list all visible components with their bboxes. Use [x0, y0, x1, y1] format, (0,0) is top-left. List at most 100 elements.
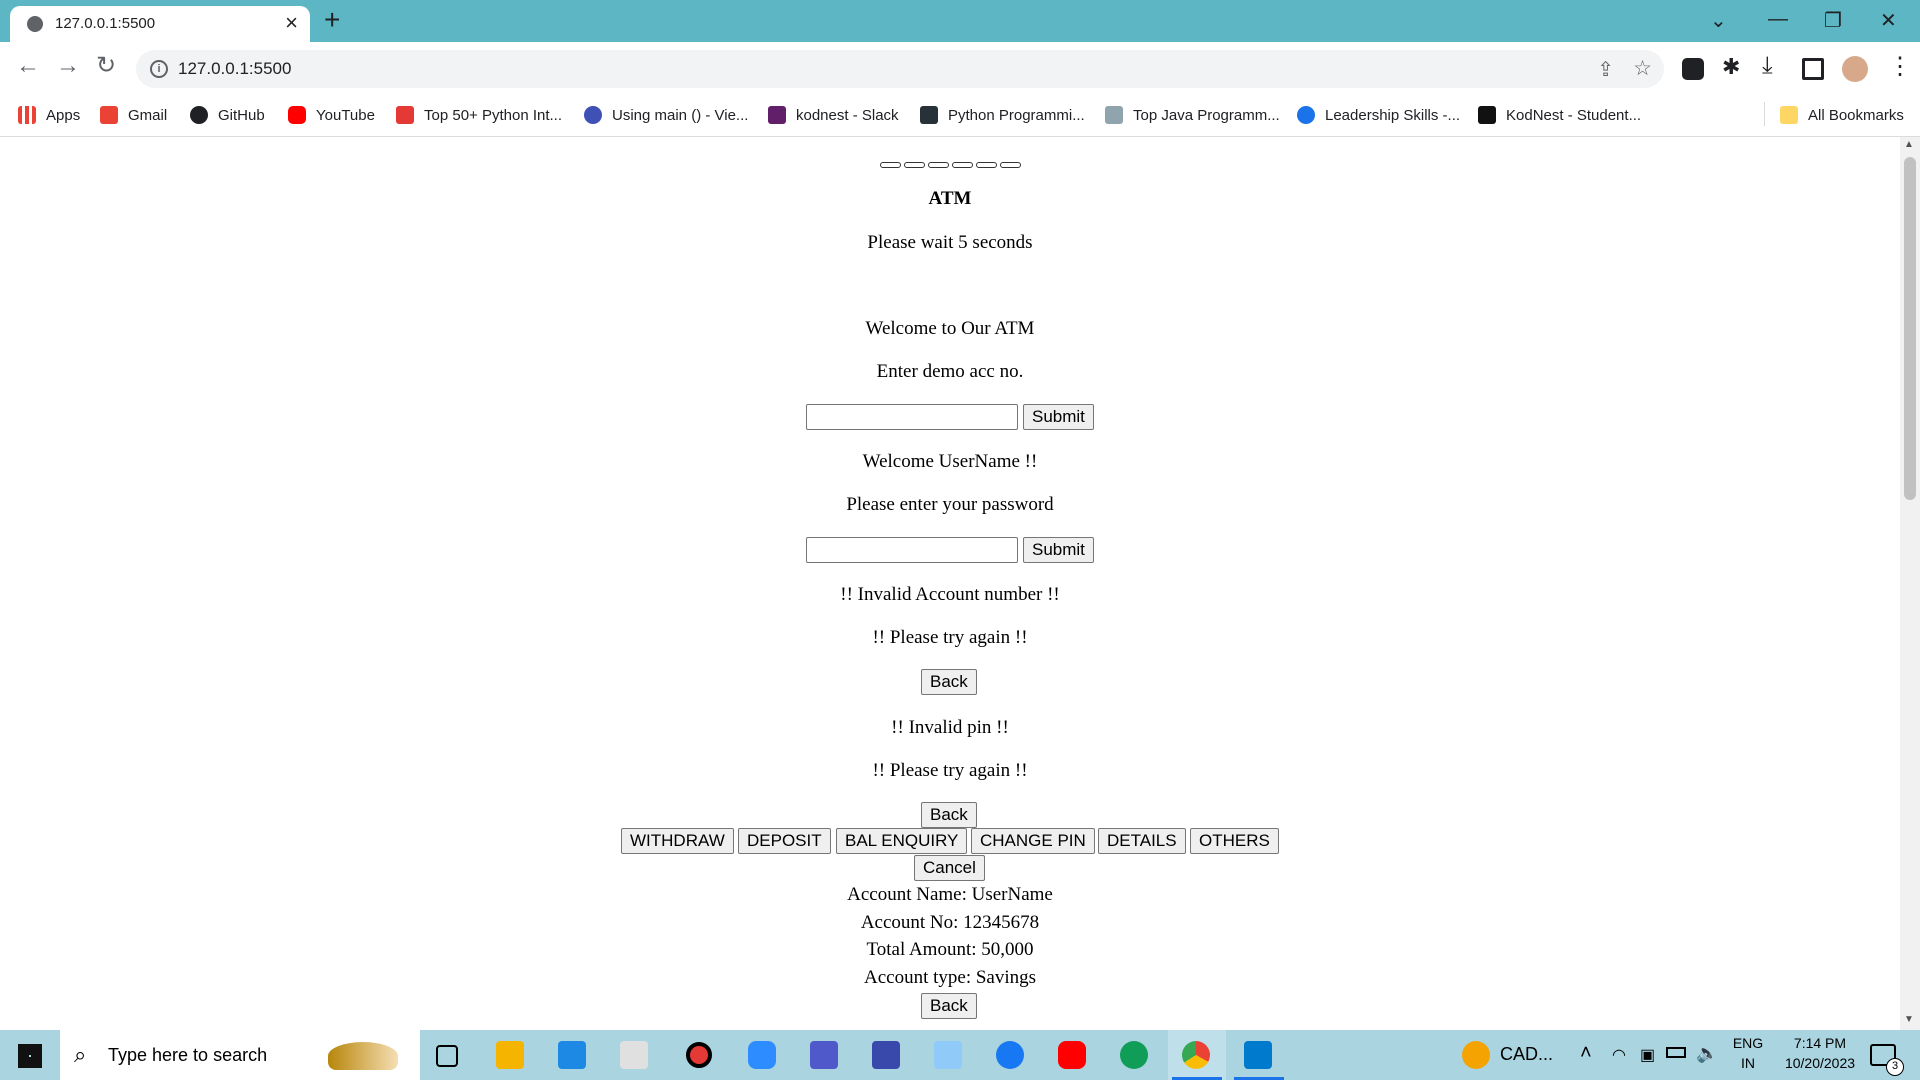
balance-enquiry-button[interactable]: BAL ENQUIRY: [836, 828, 968, 854]
loader-dash: [904, 162, 925, 168]
new-tab-button[interactable]: +: [324, 6, 340, 34]
window-close-icon[interactable]: ✕: [1880, 8, 1897, 33]
bookmark-java-programs[interactable]: Top Java Programm...: [1105, 103, 1280, 127]
back-button[interactable]: Back: [921, 993, 977, 1019]
share-icon[interactable]: ⇪: [1597, 57, 1614, 82]
puzzle-extensions-icon[interactable]: ✱: [1722, 54, 1740, 80]
bookmark-favicon: [920, 106, 938, 124]
menu-kebab-icon[interactable]: ⋮: [1888, 52, 1912, 81]
address-bar[interactable]: i 127.0.0.1:5500 ⇪ ☆: [136, 50, 1664, 88]
deposit-button[interactable]: DEPOSIT: [738, 828, 831, 854]
file-explorer-icon[interactable]: [496, 1041, 524, 1069]
minimize-icon[interactable]: —: [1768, 8, 1788, 31]
extension-icon[interactable]: [1682, 58, 1704, 80]
display-icon[interactable]: ▣: [1640, 1045, 1655, 1065]
wait-text: Please wait 5 seconds: [867, 232, 1033, 253]
scroll-down-arrow-icon[interactable]: ▼: [1904, 1014, 1914, 1025]
chevron-up-icon[interactable]: ˄: [1580, 1042, 1592, 1065]
gmail-icon: [100, 106, 118, 124]
account-number-input[interactable]: [806, 404, 1018, 430]
loader-dash: [880, 162, 901, 168]
side-panel-icon[interactable]: [1802, 58, 1824, 80]
taskbar-search-box[interactable]: ⌕ Type here to search: [60, 1030, 420, 1080]
youtube-icon[interactable]: [1058, 1041, 1086, 1069]
youtube-icon: [288, 106, 306, 124]
battery-icon[interactable]: [1666, 1047, 1686, 1058]
bookmark-favicon: [1297, 106, 1315, 124]
mail-icon[interactable]: [558, 1041, 586, 1069]
bookmark-github[interactable]: GitHub: [190, 103, 265, 127]
back-button[interactable]: Back: [921, 802, 977, 828]
welcome-text: Welcome to Our ATM: [865, 318, 1035, 339]
windows-start-icon[interactable]: [18, 1044, 42, 1068]
welcome-user-text: Welcome UserName !!: [862, 451, 1038, 472]
reload-icon[interactable]: ↻: [96, 54, 116, 78]
account-name-text: Account Name: UserName: [847, 884, 1053, 905]
scrollbar-thumb[interactable]: [1904, 157, 1916, 500]
folder-icon: [1780, 106, 1798, 124]
others-button[interactable]: OTHERS: [1190, 828, 1279, 854]
teams-icon[interactable]: [810, 1041, 838, 1069]
account-number-text: Account No: 12345678: [860, 912, 1040, 933]
volume-icon[interactable]: 🔈: [1696, 1043, 1718, 1064]
task-view-icon[interactable]: [436, 1045, 458, 1067]
record-icon[interactable]: [686, 1042, 712, 1068]
edge-icon[interactable]: [1120, 1041, 1148, 1069]
change-pin-button[interactable]: CHANGE PIN: [971, 828, 1095, 854]
bookmark-apps[interactable]: Apps: [18, 103, 80, 127]
loader-dash: [1000, 162, 1021, 168]
loader-dash: [976, 162, 997, 168]
scroll-up-arrow-icon[interactable]: ▲: [1904, 139, 1914, 150]
weather-icon[interactable]: [1462, 1041, 1490, 1069]
globe-icon: [27, 16, 43, 32]
bookmark-slack[interactable]: kodnest - Slack: [768, 103, 899, 127]
app-icon[interactable]: [934, 1041, 962, 1069]
vscode-icon[interactable]: [1244, 1041, 1272, 1069]
try-again-text: !! Please try again !!: [872, 627, 1028, 648]
bookmark-favicon: [1105, 106, 1123, 124]
search-icon: ⌕: [74, 1042, 87, 1067]
back-button[interactable]: Back: [921, 669, 977, 695]
withdraw-button[interactable]: WITHDRAW: [621, 828, 734, 854]
slack-icon: [768, 106, 786, 124]
wifi-icon[interactable]: ◠: [1612, 1045, 1626, 1065]
close-tab-icon[interactable]: ×: [285, 12, 298, 34]
submit-account-button[interactable]: Submit: [1023, 404, 1094, 430]
bookmark-leadership[interactable]: Leadership Skills -...: [1297, 103, 1460, 127]
loader-dash: [952, 162, 973, 168]
star-bookmark-icon[interactable]: ☆: [1633, 56, 1652, 81]
python-idle-icon[interactable]: [620, 1041, 648, 1069]
all-bookmarks[interactable]: All Bookmarks: [1780, 103, 1904, 127]
weather-text[interactable]: CAD...: [1500, 1044, 1553, 1065]
profile-avatar[interactable]: [1842, 56, 1868, 82]
bookmark-using-main[interactable]: Using main () - Vie...: [584, 103, 748, 127]
details-button[interactable]: DETAILS: [1098, 828, 1186, 854]
tab-search-chevron-icon[interactable]: ⌄: [1710, 8, 1727, 33]
submit-password-button[interactable]: Submit: [1023, 537, 1094, 563]
cancel-button[interactable]: Cancel: [914, 855, 985, 881]
language-indicator[interactable]: ENG IN: [1730, 1035, 1766, 1071]
notification-badge: 3: [1886, 1058, 1904, 1076]
forward-arrow-icon[interactable]: →: [56, 54, 80, 78]
bookmark-kodnest[interactable]: KodNest - Student...: [1478, 103, 1641, 127]
bookmark-youtube[interactable]: YouTube: [288, 103, 375, 127]
restore-icon[interactable]: ❐: [1824, 8, 1842, 33]
download-icon[interactable]: ⤓: [1762, 52, 1773, 80]
clock[interactable]: 7:14 PM 10/20/2023: [1772, 1035, 1868, 1071]
invalid-pin-text: !! Invalid pin !!: [891, 717, 1009, 738]
site-info-icon[interactable]: i: [150, 60, 168, 78]
bookmark-gmail[interactable]: Gmail: [100, 103, 167, 127]
total-amount-text: Total Amount: 50,000: [866, 939, 1034, 960]
browser-tab[interactable]: 127.0.0.1:5500 ×: [10, 6, 310, 42]
bookmark-python-interview[interactable]: Top 50+ Python Int...: [396, 103, 562, 127]
url-text: 127.0.0.1:5500: [178, 59, 292, 78]
chrome-icon[interactable]: [1182, 1041, 1210, 1069]
back-arrow-icon[interactable]: ←: [16, 54, 40, 78]
password-input[interactable]: [806, 537, 1018, 563]
app-icon[interactable]: [872, 1041, 900, 1069]
bookmark-python-programming[interactable]: Python Programmi...: [920, 103, 1085, 127]
zoom-icon[interactable]: [748, 1041, 776, 1069]
enter-password-label: Please enter your password: [846, 494, 1054, 515]
facebook-icon[interactable]: [996, 1041, 1024, 1069]
diwali-lamp-image: [328, 1042, 398, 1070]
